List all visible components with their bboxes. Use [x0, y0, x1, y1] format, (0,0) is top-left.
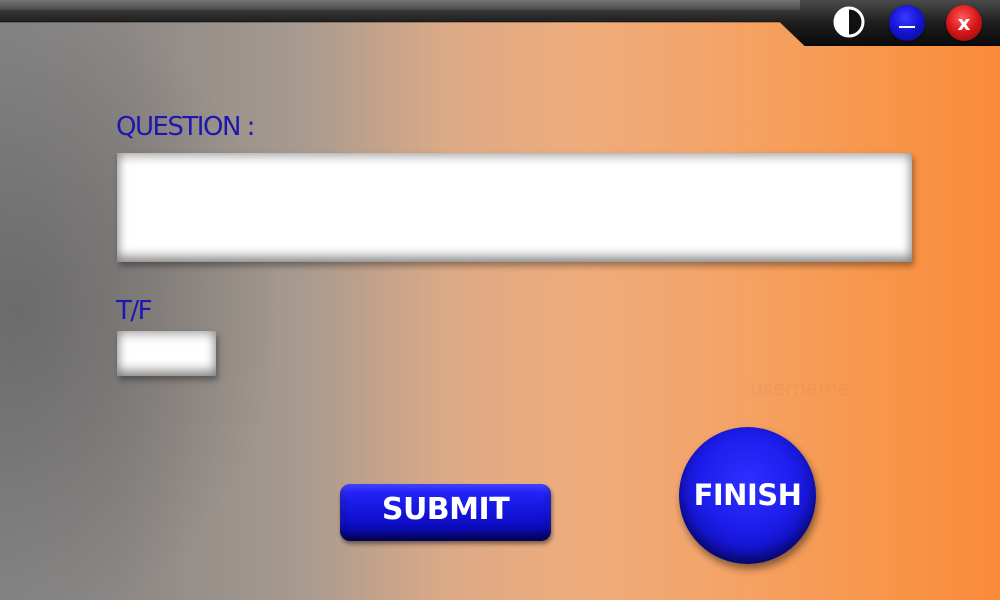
tf-input[interactable] [117, 331, 216, 376]
contrast-icon[interactable] [833, 6, 867, 40]
username-watermark: username [750, 376, 850, 400]
question-label: QUESTION : [116, 112, 255, 142]
close-button[interactable]: x [946, 5, 982, 41]
minimize-button[interactable] [889, 5, 925, 41]
close-icon: x [957, 11, 971, 35]
finish-button[interactable]: FINISH [679, 427, 816, 564]
finish-label: FINISH [693, 477, 802, 512]
title-bar: x [0, 0, 1000, 46]
submit-label: SUBMIT [381, 492, 510, 527]
question-input[interactable] [117, 153, 912, 262]
submit-button[interactable]: SUBMIT [340, 484, 551, 541]
tf-label: T/F [116, 296, 153, 326]
minimize-icon [899, 26, 915, 28]
